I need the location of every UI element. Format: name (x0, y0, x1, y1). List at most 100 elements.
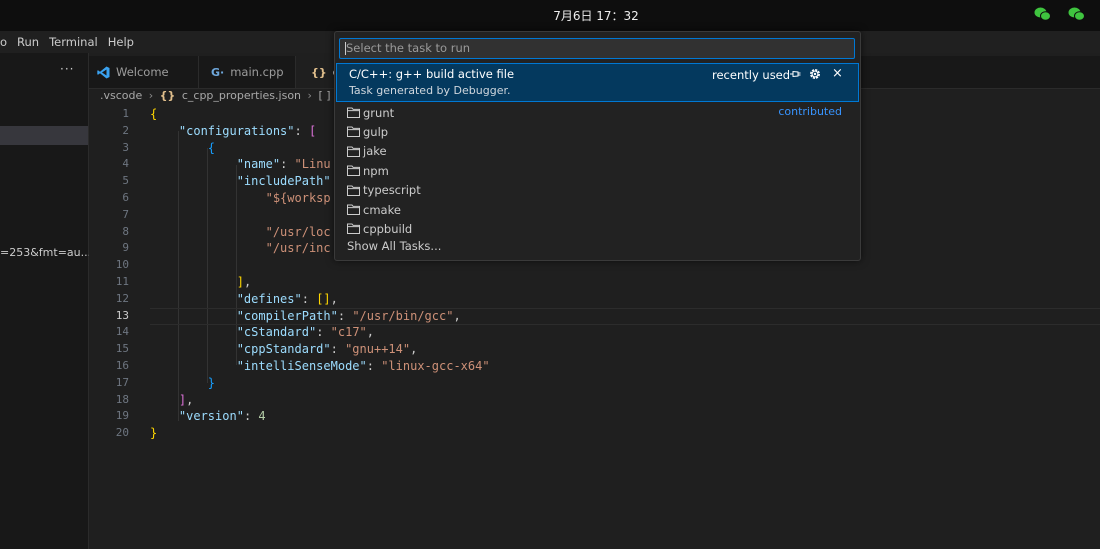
line-number: 1 (122, 107, 129, 120)
task-provider-typescript[interactable]: typescript (347, 181, 421, 200)
line-number: 11 (115, 275, 129, 288)
task-provider-jake[interactable]: jake (347, 142, 387, 161)
line-number: 20 (115, 426, 129, 440)
breadcrumb-folder[interactable]: .vscode (100, 89, 142, 102)
code-token: , (366, 325, 374, 340)
gear-icon[interactable] (808, 67, 822, 81)
array-symbol-icon: [ ] (318, 89, 331, 102)
os-clock[interactable]: 7月6日 17：32 (520, 7, 672, 24)
wechat-icon[interactable] (1034, 7, 1051, 21)
json-file-icon: {} (159, 89, 176, 102)
sidebar-truncated-item[interactable]: =253&fmt=au... (0, 246, 91, 259)
code-token: "version" (178, 409, 244, 424)
code-line[interactable]: "version": 4 (150, 408, 266, 425)
menu-go[interactable]: o (0, 31, 12, 53)
code-line[interactable]: "configurations": [ (150, 123, 316, 140)
folder-icon (347, 165, 360, 177)
task-provider-cppbuild[interactable]: cppbuild (347, 219, 412, 238)
pin-icon[interactable] (789, 68, 801, 80)
code-token: : (337, 308, 353, 323)
code-line[interactable]: } (150, 375, 215, 392)
task-provider-cmake[interactable]: cmake (347, 200, 401, 219)
wechat-work-icon[interactable] (1068, 7, 1085, 21)
menu-terminal[interactable]: Terminal (44, 31, 103, 53)
sidebar-selected-item[interactable] (0, 126, 88, 145)
code-token: : (294, 123, 309, 138)
task-provider-label: npm (363, 163, 389, 178)
code-token: { (150, 107, 158, 121)
tab-welcome[interactable]: Welcome (89, 56, 199, 88)
code-line[interactable]: "includePath" (150, 173, 331, 190)
code-token: : (243, 409, 259, 424)
code-line[interactable]: ], (150, 274, 251, 291)
task-item-selected[interactable]: C/C++: g++ build active file Task genera… (336, 63, 859, 102)
code-token: "configurations" (178, 123, 295, 138)
breadcrumb: .vscode › {} c_cpp_properties.json › [ ]… (100, 89, 350, 106)
code-line[interactable]: "cppStandard": "gnu++14", (150, 341, 418, 358)
code-token: [ (308, 123, 317, 138)
code-token: , (243, 275, 252, 289)
code-line[interactable]: "defines": [], (150, 291, 338, 308)
code-line[interactable]: { (150, 140, 215, 157)
code-token: [] (316, 291, 331, 306)
code-line[interactable]: } (150, 425, 157, 442)
code-line[interactable]: "/usr/loc (150, 224, 331, 241)
code-token: : (366, 359, 382, 373)
breadcrumb-separator-icon: › (307, 89, 312, 102)
folder-icon (347, 146, 360, 157)
code-line[interactable]: "name": "Linu (150, 156, 331, 173)
code-token: "compilerPath" (236, 308, 338, 323)
code-line[interactable]: "/usr/inc (150, 240, 331, 257)
tab-label: Welcome (116, 65, 169, 79)
code-token: "Linu (294, 157, 331, 172)
code-token: 4 (258, 409, 266, 424)
breadcrumb-file[interactable]: c_cpp_properties.json (182, 89, 301, 102)
code-line[interactable]: "cStandard": "c17", (150, 324, 374, 341)
code-token: "cppStandard" (236, 342, 331, 357)
code-token: "${worksp (265, 191, 331, 205)
code-line[interactable]: { (150, 106, 157, 123)
show-all-tasks-item[interactable]: Show All Tasks... (347, 239, 441, 253)
json-file-icon: {} (311, 65, 327, 79)
cpp-file-icon: G· (211, 65, 225, 79)
task-provider-npm[interactable]: npm (347, 161, 389, 180)
line-number: 12 (115, 291, 129, 305)
task-provider-label: jake (363, 144, 387, 159)
code-token: : (330, 342, 346, 357)
tab-main-cpp[interactable]: G· main.cpp (199, 56, 296, 88)
code-token: ] (236, 275, 244, 289)
task-provider-grunt[interactable]: grunt (347, 103, 394, 122)
menu-run[interactable]: Run (12, 31, 44, 53)
code-token: "linux-gcc-x64" (381, 359, 490, 373)
task-item-detail: Task generated by Debugger. (349, 84, 511, 97)
code-token: } (150, 426, 158, 441)
code-token: "c17" (330, 325, 367, 340)
folder-icon (347, 223, 360, 235)
line-number: 15 (115, 342, 129, 356)
code-token: "includePath" (236, 174, 331, 189)
more-actions-button[interactable]: ··· (60, 62, 74, 76)
line-number: 9 (122, 241, 129, 255)
task-provider-gulp[interactable]: gulp (347, 122, 388, 141)
task-search-input[interactable]: Select the task to run (339, 38, 855, 59)
code-token: "/usr/bin/gcc" (352, 308, 454, 323)
code-token: "intelliSenseMode" (236, 359, 367, 373)
code-line[interactable]: "compilerPath": "/usr/bin/gcc", (150, 308, 461, 325)
close-icon[interactable]: × (832, 66, 843, 81)
code-token: : (316, 325, 331, 340)
task-provider-label: typescript (363, 183, 421, 198)
code-line[interactable]: ], (150, 392, 193, 409)
line-number: 17 (115, 375, 129, 389)
code-token: : (280, 157, 295, 172)
task-provider-label: cppbuild (363, 221, 413, 236)
code-line[interactable]: "${worksp (150, 190, 331, 207)
task-item-label: C/C++: g++ build active file (349, 67, 515, 81)
menu-help[interactable]: Help (103, 31, 139, 53)
code-line[interactable]: "intelliSenseMode": "linux-gcc-x64" (150, 358, 490, 375)
